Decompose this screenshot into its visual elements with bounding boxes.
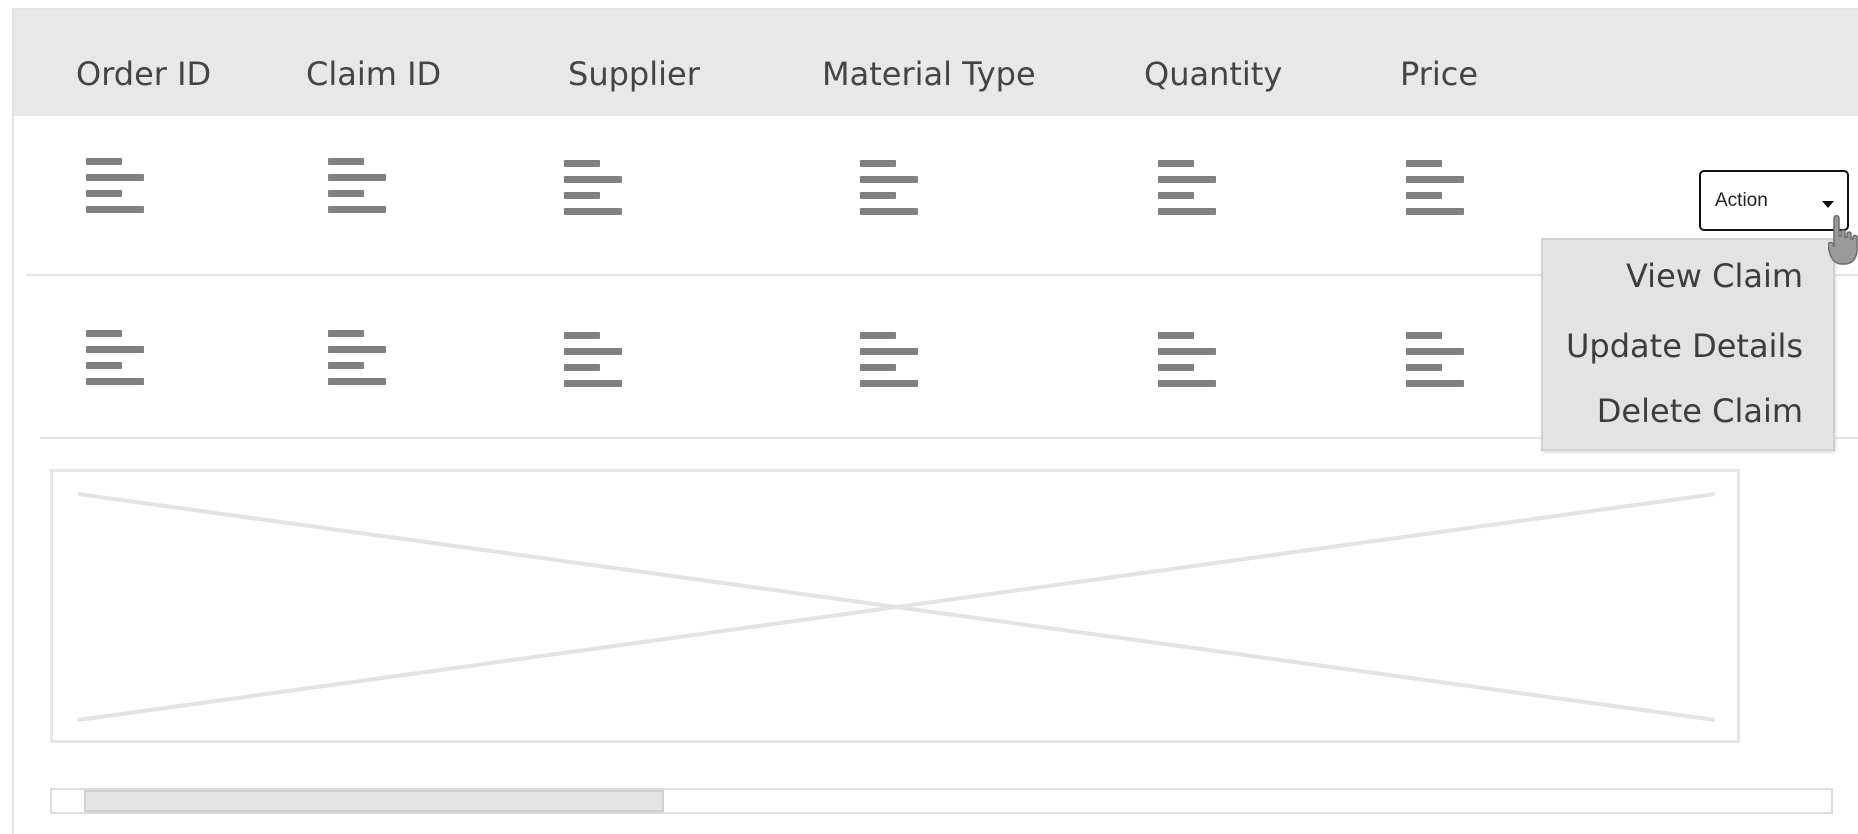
- header-quantity[interactable]: Quantity: [1144, 54, 1282, 94]
- caret-down-icon: [1822, 201, 1834, 208]
- text-lines-icon: [860, 160, 918, 218]
- scrollbar-thumb[interactable]: [84, 790, 664, 812]
- text-lines-icon: [564, 160, 622, 218]
- menu-item-delete-claim[interactable]: Delete Claim: [1597, 391, 1803, 431]
- table-header: Order ID Claim ID Supplier Material Type…: [14, 10, 1858, 116]
- text-lines-icon: [1406, 160, 1464, 218]
- action-menu: View Claim Update Details Delete Claim: [1541, 238, 1835, 451]
- text-lines-icon: [1158, 332, 1216, 390]
- header-claim-id[interactable]: Claim ID: [306, 54, 441, 94]
- action-label: Action: [1715, 190, 1768, 211]
- text-lines-icon: [328, 330, 386, 388]
- text-lines-icon: [328, 158, 386, 216]
- header-order-id[interactable]: Order ID: [76, 54, 211, 94]
- text-lines-icon: [86, 330, 144, 388]
- hand-pointer-icon: [1827, 214, 1858, 266]
- header-supplier[interactable]: Supplier: [568, 54, 700, 94]
- header-material-type[interactable]: Material Type: [822, 54, 1036, 94]
- text-lines-icon: [1158, 160, 1216, 218]
- menu-item-update-details[interactable]: Update Details: [1566, 326, 1803, 366]
- header-price[interactable]: Price: [1400, 54, 1478, 94]
- action-dropdown-button[interactable]: Action: [1699, 170, 1849, 231]
- image-placeholder-icon: [50, 469, 1740, 743]
- text-lines-icon: [860, 332, 918, 390]
- text-lines-icon: [564, 332, 622, 390]
- menu-item-view-claim[interactable]: View Claim: [1626, 256, 1803, 296]
- text-lines-icon: [86, 158, 144, 216]
- horizontal-scrollbar[interactable]: [50, 788, 1833, 814]
- text-lines-icon: [1406, 332, 1464, 390]
